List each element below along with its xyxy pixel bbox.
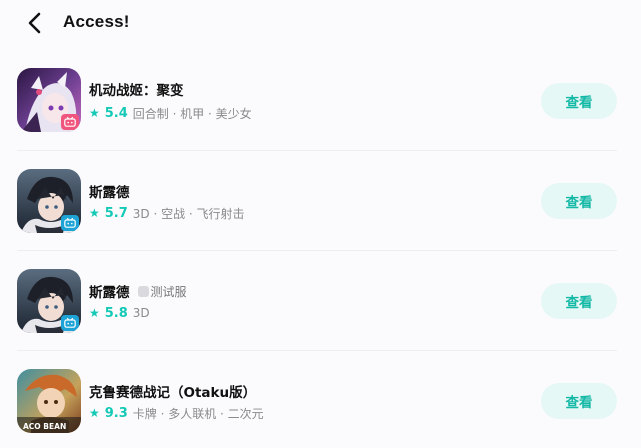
app-meta: ★ 9.3 卡牌 · 多人联机 · 二次元 <box>89 404 264 422</box>
app-name: 机动战姬：聚变 <box>89 83 184 99</box>
list-item[interactable]: 斯露德 测试服 ★ 5.8 3D 查看 <box>0 250 641 350</box>
bilibili-pink-icon <box>61 114 79 130</box>
app-tags: 回合制 · 机甲 · 美少女 <box>132 106 252 121</box>
back-button[interactable] <box>22 10 48 36</box>
app-rating: 5.8 <box>104 305 128 321</box>
test-server-tag: 测试服 <box>137 283 187 300</box>
bilibili-blue-icon <box>61 315 79 331</box>
header: Access! <box>0 0 641 48</box>
app-name: 克鲁赛德战记（Otaku版） <box>89 385 257 401</box>
app-meta: ★ 5.7 3D · 空战 · 飞行射击 <box>89 204 245 222</box>
app-icon[interactable] <box>17 169 81 233</box>
app-icon[interactable] <box>17 269 81 333</box>
app-name: 斯露德 <box>89 185 130 201</box>
app-list-page: Access! 机动战姬：聚变 ★ 5.4 回合制 · 机甲 · 美少女 查看 … <box>0 0 641 448</box>
app-icon[interactable] <box>17 68 81 132</box>
test-tag-icon <box>137 285 149 297</box>
svg-text:ACO BEAN: ACO BEAN <box>23 422 66 431</box>
app-name-line: 斯露德 <box>89 181 130 201</box>
view-button[interactable]: 查看 <box>541 283 617 319</box>
star-icon: ★ <box>89 306 100 320</box>
list-item[interactable]: ACO BEAN 克鲁赛德战记（Otaku版） ★ 9.3 卡牌 · 多人联机 … <box>0 350 641 448</box>
app-tags: 3D · 空战 · 飞行射击 <box>132 206 245 221</box>
bilibili-blue-icon <box>61 215 79 231</box>
app-rating: 5.7 <box>104 205 128 221</box>
app-tags: 卡牌 · 多人联机 · 二次元 <box>132 406 264 421</box>
app-meta: ★ 5.4 回合制 · 机甲 · 美少女 <box>89 104 252 122</box>
app-rating: 5.4 <box>104 105 128 121</box>
app-name-line: 机动战姬：聚变 <box>89 79 184 99</box>
app-name-line: 克鲁赛德战记（Otaku版） <box>89 381 256 401</box>
app-name-line: 斯露德 测试服 <box>89 281 187 302</box>
list-item[interactable]: 斯露德 ★ 5.7 3D · 空战 · 飞行射击 查看 <box>0 150 641 250</box>
test-server-label: 测试服 <box>150 284 187 299</box>
app-meta: ★ 5.8 3D <box>89 304 150 322</box>
star-icon: ★ <box>89 106 100 120</box>
star-icon: ★ <box>89 206 100 220</box>
star-icon: ★ <box>89 406 100 420</box>
view-button[interactable]: 查看 <box>541 83 617 119</box>
app-tags: 3D <box>132 306 150 320</box>
app-icon[interactable]: ACO BEAN <box>17 369 81 433</box>
chevron-left-icon <box>28 12 41 34</box>
page-title: Access! <box>63 12 130 31</box>
view-button[interactable]: 查看 <box>541 383 617 419</box>
list-item[interactable]: 机动战姬：聚变 ★ 5.4 回合制 · 机甲 · 美少女 查看 <box>0 50 641 150</box>
view-button[interactable]: 查看 <box>541 183 617 219</box>
app-rating: 9.3 <box>104 405 128 421</box>
app-name: 斯露德 <box>89 285 130 301</box>
